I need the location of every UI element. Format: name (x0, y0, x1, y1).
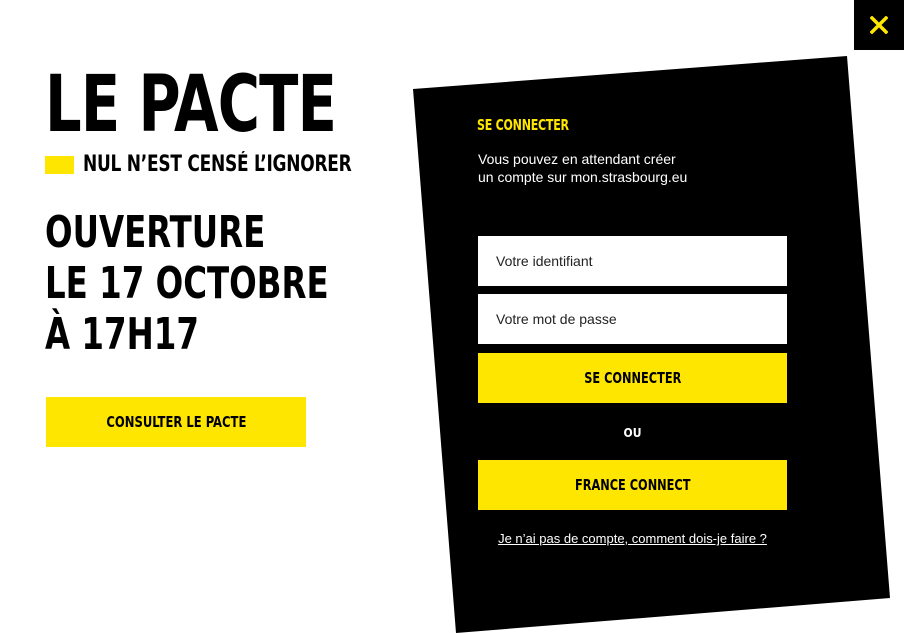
login-title: SE CONNECTER (477, 116, 569, 134)
no-account-help-link[interactable]: Je n’ai pas de compte, comment dois-je f… (478, 531, 787, 546)
login-submit-button[interactable]: SE CONNECTER (478, 353, 787, 403)
login-description-line-2: un compte sur mon.strasbourg.eu (478, 169, 688, 185)
login-description: Vous pouvez en attendant créer un compte… (478, 150, 718, 186)
username-input[interactable] (478, 236, 787, 286)
france-connect-button[interactable]: FRANCE CONNECT (478, 460, 787, 510)
password-input[interactable] (478, 294, 787, 344)
or-separator: OU (623, 426, 642, 440)
france-connect-label: FRANCE CONNECT (574, 476, 691, 494)
login-description-line-1: Vous pouvez en attendant créer (478, 151, 676, 167)
login-submit-label: SE CONNECTER (583, 369, 682, 387)
